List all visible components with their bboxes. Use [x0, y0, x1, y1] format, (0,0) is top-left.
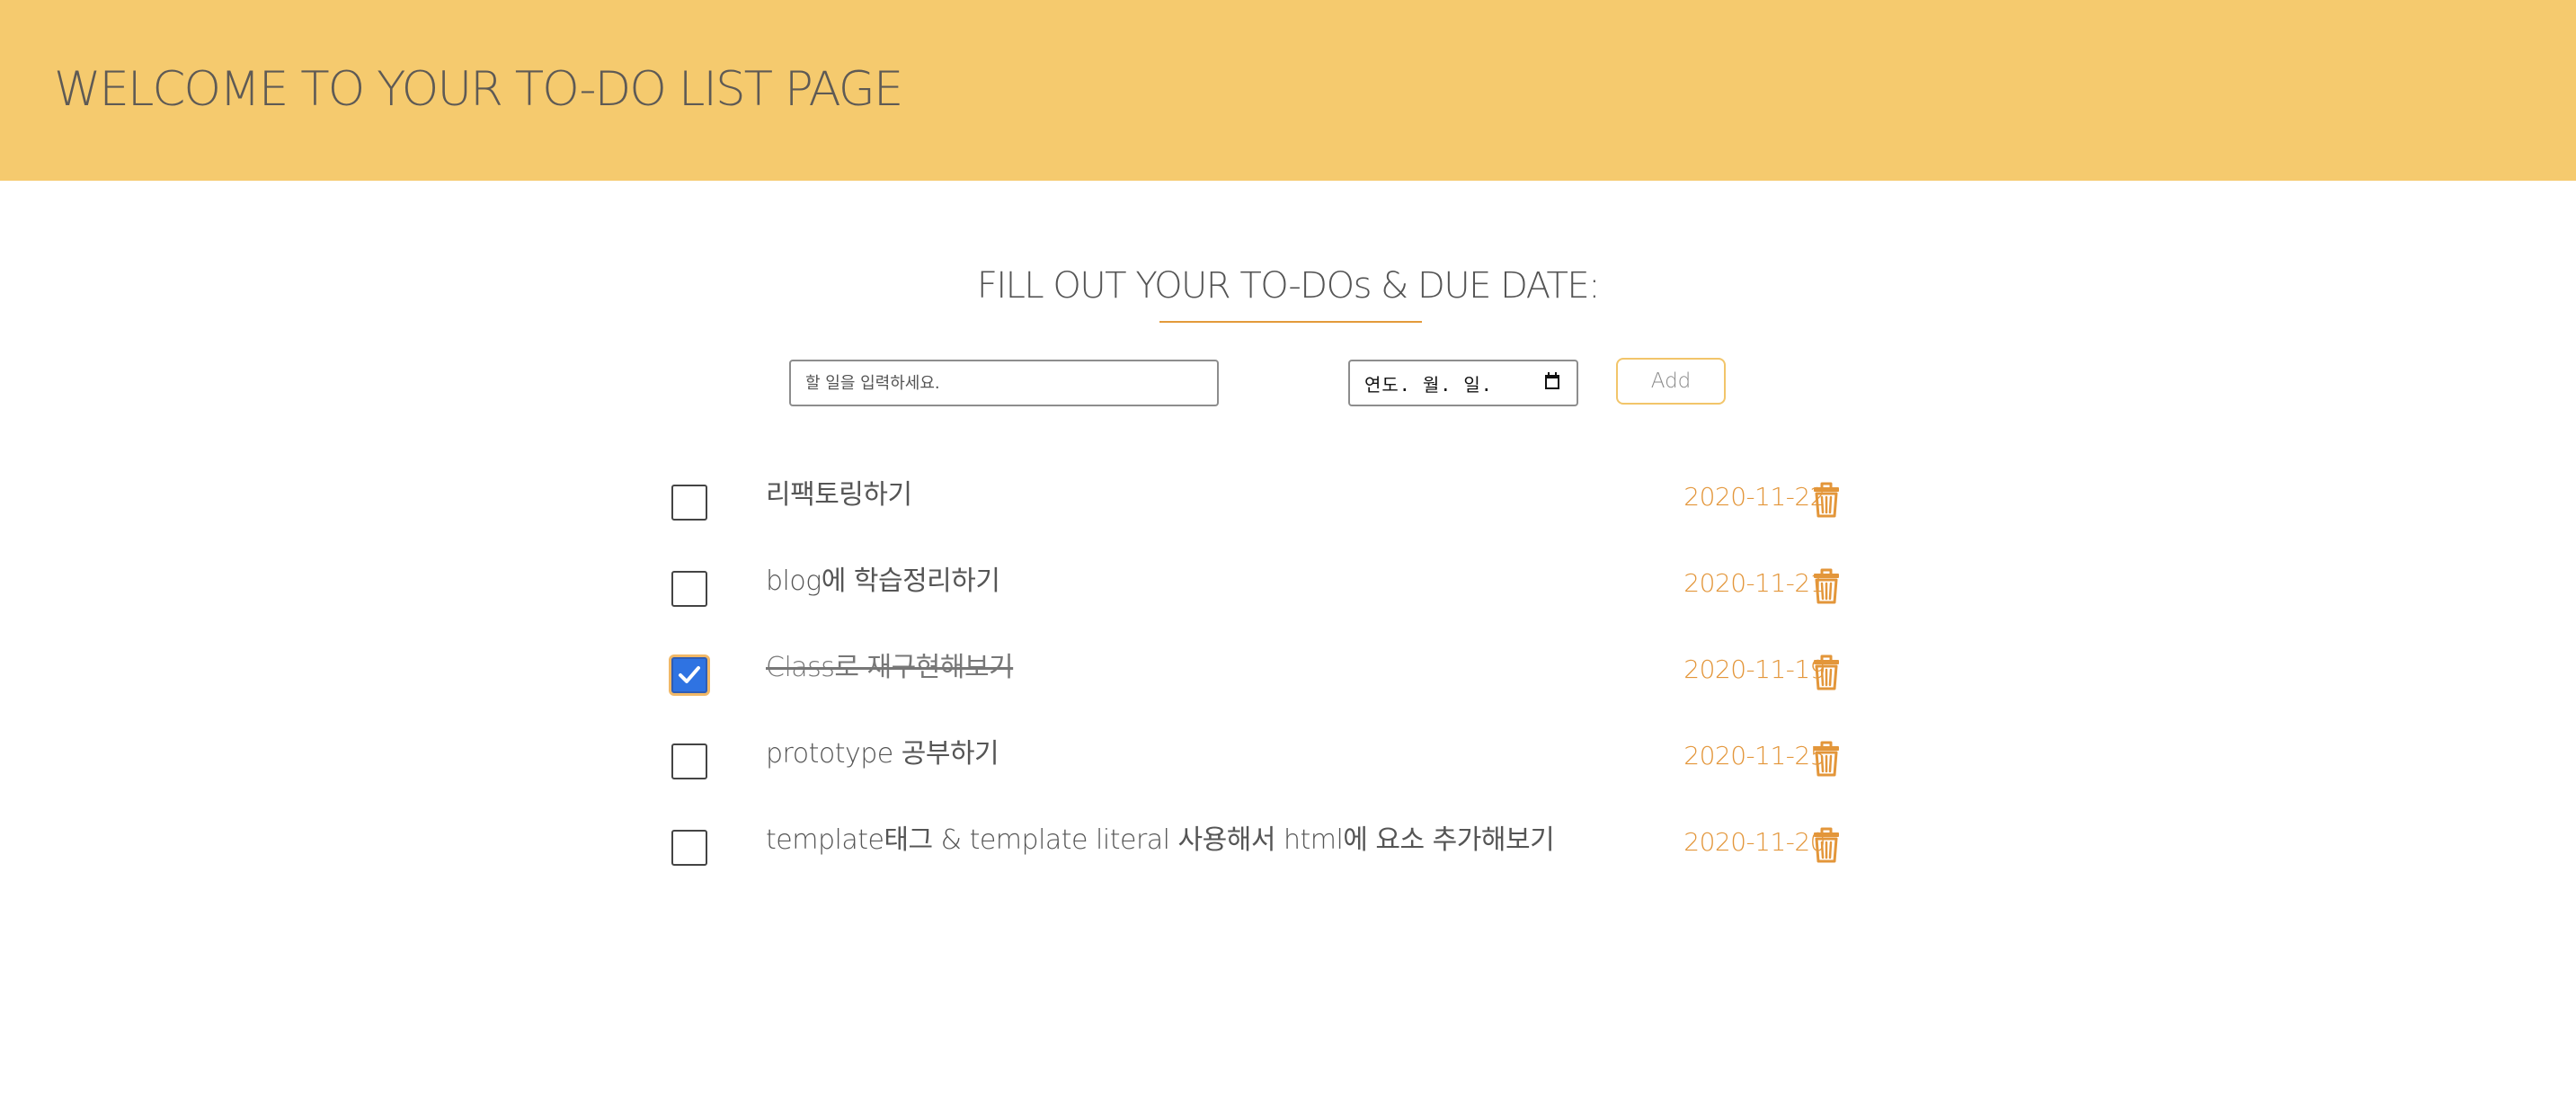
todo-checkbox[interactable]: [671, 830, 707, 866]
check-icon: [679, 666, 700, 683]
page-title: WELCOME TO YOUR TO-DO LIST PAGE: [54, 62, 903, 117]
delete-button[interactable]: [1808, 479, 1844, 522]
todo-text: prototype 공부하기: [766, 738, 999, 770]
title-underline: [1159, 321, 1422, 323]
todo-due-date: 2020-11-21: [1683, 568, 1825, 598]
todo-text: template태그 & template literal 사용해서 html에…: [766, 824, 1555, 856]
todo-item: blog에 학습정리하기 2020-11-21: [665, 560, 1852, 614]
todo-due-date: 2020-11-25: [1683, 741, 1825, 770]
todo-item: prototype 공부하기 2020-11-25: [665, 733, 1852, 787]
todo-checkbox[interactable]: [671, 485, 707, 521]
todo-item: template태그 & template literal 사용해서 html에…: [665, 819, 1852, 873]
due-date-placeholder: 연도. 월. 일.: [1364, 373, 1493, 396]
todo-text: blog에 학습정리하기: [766, 565, 1000, 597]
due-date-input[interactable]: 연도. 월. 일.: [1348, 360, 1578, 406]
todo-checkbox[interactable]: [671, 571, 707, 607]
todo-due-date: 2020-11-22: [1683, 482, 1825, 512]
todo-checkbox[interactable]: [671, 657, 707, 693]
todo-item: Class로 재구현해보기 2020-11-19: [665, 646, 1852, 700]
trash-icon: [1814, 482, 1839, 517]
todo-due-date: 2020-11-20: [1683, 827, 1825, 857]
trash-icon: [1814, 741, 1839, 776]
page-header: WELCOME TO YOUR TO-DO LIST PAGE: [0, 0, 2576, 181]
delete-button[interactable]: [1808, 738, 1844, 781]
trash-icon: [1814, 654, 1839, 690]
todo-due-date: 2020-11-19: [1683, 654, 1825, 684]
todo-text: Class로 재구현해보기: [766, 652, 1014, 683]
delete-button[interactable]: [1808, 652, 1844, 695]
trash-icon: [1814, 568, 1839, 603]
delete-button[interactable]: [1808, 565, 1844, 609]
form-title: FILL OUT YOUR TO-DOs & DUE DATE:: [976, 265, 1601, 307]
todo-text: 리팩토링하기: [766, 479, 912, 511]
trash-icon: [1814, 827, 1839, 862]
todo-item: 리팩토링하기 2020-11-22: [665, 474, 1852, 528]
todo-input[interactable]: [789, 360, 1219, 406]
calendar-icon[interactable]: [1544, 372, 1560, 394]
add-button[interactable]: Add: [1616, 358, 1726, 405]
delete-button[interactable]: [1808, 824, 1844, 868]
todo-checkbox[interactable]: [671, 743, 707, 779]
